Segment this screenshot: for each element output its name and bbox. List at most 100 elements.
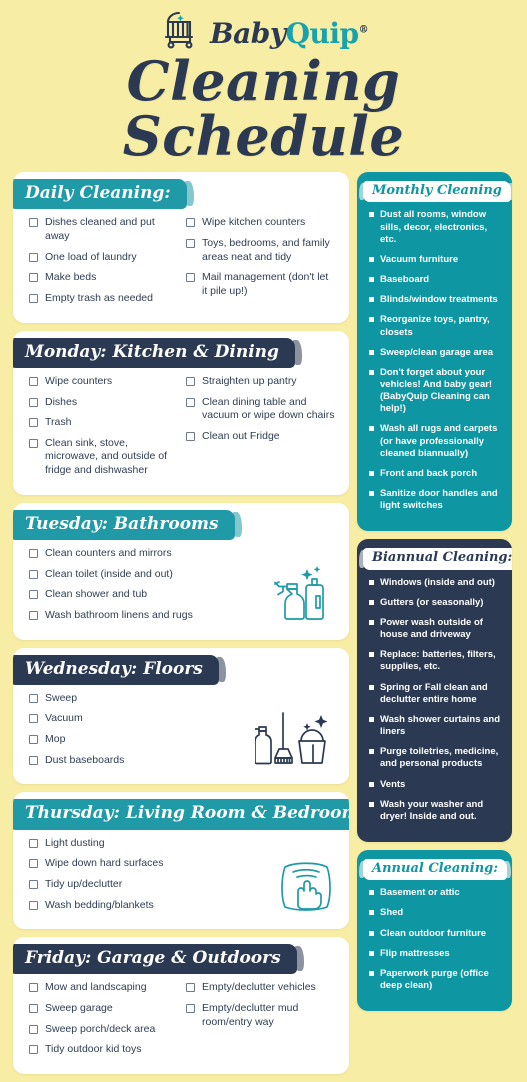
list-item: Power wash outside of house and driveway — [369, 617, 502, 641]
check-item[interactable]: Clean dining table and vacuum or wipe do… — [186, 396, 335, 423]
checkbox-icon[interactable] — [186, 376, 195, 386]
checkbox-icon[interactable] — [186, 239, 195, 249]
checkbox-icon[interactable] — [186, 983, 195, 993]
check-item[interactable]: Dishes — [29, 396, 178, 410]
checkbox-icon[interactable] — [186, 397, 195, 407]
check-item[interactable]: Clean counters and mirrors — [29, 547, 335, 561]
check-item[interactable]: Sweep — [29, 692, 335, 706]
checkbox-icon[interactable] — [186, 431, 195, 441]
bullet-square-icon — [369, 212, 374, 218]
check-item[interactable]: Empty trash as needed — [29, 292, 178, 306]
check-label: Dishes cleaned and put away — [45, 216, 155, 243]
checkbox-icon[interactable] — [29, 218, 38, 228]
check-label: Make beds — [45, 271, 97, 284]
checkbox-icon[interactable] — [29, 879, 38, 889]
checkbox-icon[interactable] — [29, 900, 38, 910]
bullet-square-icon — [369, 256, 374, 262]
check-label: Clean toilet (inside and out) — [45, 567, 173, 580]
panel-annual: Annual Cleaning: Basement or attic Shed … — [357, 849, 512, 1012]
page-header: BabyQuip® Cleaning Schedule — [0, 0, 527, 168]
check-item[interactable]: Wipe down hard surfaces — [29, 857, 335, 871]
checkbox-icon[interactable] — [29, 735, 38, 745]
card-daily-title: Daily Cleaning: — [25, 183, 171, 204]
checkbox-icon[interactable] — [29, 693, 38, 703]
checkbox-icon[interactable] — [29, 548, 38, 558]
checkbox-icon[interactable] — [29, 1004, 38, 1014]
checkbox-icon[interactable] — [186, 1004, 195, 1014]
check-item[interactable]: Make beds — [29, 271, 178, 285]
check-item[interactable]: Mail management (don't let it pile up!) — [186, 271, 335, 298]
check-item[interactable]: Clean out Fridge — [186, 430, 335, 444]
checklist-column: Sweep Vacuum Mop Dust baseboards — [29, 692, 335, 775]
check-item[interactable]: Dishes cleaned and put away — [29, 216, 178, 243]
check-item[interactable]: Straighten up pantry — [186, 375, 335, 389]
check-item[interactable]: Wash bathroom linens and rugs — [29, 609, 335, 623]
check-label: Tidy outdoor kid toys — [45, 1043, 142, 1056]
bullet-square-icon — [369, 930, 374, 936]
check-item[interactable]: Tidy outdoor kid toys — [29, 1043, 178, 1057]
checkbox-icon[interactable] — [29, 569, 38, 579]
card-wednesday-checklist: Sweep Vacuum Mop Dust baseboards — [13, 687, 349, 775]
panel-biannual: Biannual Cleaning: Windows (inside and o… — [357, 539, 512, 842]
checkbox-icon[interactable] — [29, 983, 38, 993]
check-item[interactable]: Dust baseboards — [29, 754, 335, 768]
bullet-square-icon — [369, 781, 374, 787]
check-item[interactable]: Trash — [29, 416, 178, 430]
checkbox-icon[interactable] — [29, 252, 38, 262]
checkbox-icon[interactable] — [29, 714, 38, 724]
checkbox-icon[interactable] — [29, 859, 38, 869]
check-item[interactable]: Wash bedding/blankets — [29, 899, 335, 913]
brand-name-baby: Baby — [209, 17, 286, 50]
check-item[interactable]: Light dusting — [29, 837, 335, 851]
check-item[interactable]: Mop — [29, 733, 335, 747]
checkbox-icon[interactable] — [186, 218, 195, 228]
check-label: Clean out Fridge — [202, 429, 280, 442]
checkbox-icon[interactable] — [29, 397, 38, 407]
check-item[interactable]: Wipe kitchen counters — [186, 216, 335, 230]
bullet-square-icon — [369, 470, 374, 476]
check-item[interactable]: Empty/declutter mud room/entry way — [186, 1002, 335, 1029]
checkbox-icon[interactable] — [29, 1045, 38, 1055]
list-item-label: Sanitize door handles and light switches — [380, 488, 498, 512]
check-item[interactable]: Clean shower and tub — [29, 588, 335, 602]
card-thursday-checklist: Light dusting Wipe down hard surfaces Ti… — [13, 832, 349, 920]
panel-annual-title: Annual Cleaning: — [358, 858, 512, 881]
checkbox-icon[interactable] — [29, 1024, 38, 1034]
check-label: Sweep — [45, 691, 78, 704]
panel-annual-list: Basement or attic Shed Clean outdoor fur… — [357, 883, 512, 992]
schedule-board: Daily Cleaning: Dishes cleaned and put a… — [0, 168, 527, 1082]
list-item-label: Dust all rooms, window sills, decor, ele… — [380, 209, 488, 245]
list-item: Flip mattresses — [369, 948, 502, 960]
checkbox-icon[interactable] — [29, 273, 38, 283]
checkbox-icon[interactable] — [29, 293, 38, 303]
list-item: Spring or Fall clean and declutter entir… — [369, 682, 502, 706]
bullet-square-icon — [369, 369, 374, 375]
check-item[interactable]: Empty/declutter vehicles — [186, 981, 335, 995]
checkbox-icon[interactable] — [29, 438, 38, 448]
checkbox-icon[interactable] — [29, 838, 38, 848]
check-item[interactable]: Tidy up/declutter — [29, 878, 335, 892]
check-item[interactable]: Clean toilet (inside and out) — [29, 568, 335, 582]
check-item[interactable]: Vacuum — [29, 712, 335, 726]
bullet-square-icon — [369, 491, 374, 497]
list-item-label: Gutters (or seasonally) — [380, 596, 484, 608]
check-label: Wipe kitchen counters — [202, 216, 306, 229]
bullet-square-icon — [369, 349, 374, 355]
check-item[interactable]: Sweep porch/deck area — [29, 1023, 178, 1037]
checkbox-icon[interactable] — [29, 418, 38, 428]
check-label: Mop — [45, 733, 66, 746]
checkbox-icon[interactable] — [29, 376, 38, 386]
check-item[interactable]: Mow and landscaping — [29, 981, 178, 995]
check-item[interactable]: Wipe counters — [29, 375, 178, 389]
list-item-label: Basement or attic — [380, 887, 460, 899]
check-item[interactable]: Clean sink, stove, microwave, and outsid… — [29, 437, 178, 478]
checkbox-icon[interactable] — [29, 755, 38, 765]
checkbox-icon[interactable] — [29, 610, 38, 620]
checklist-column: Empty/declutter vehicles Empty/declutter… — [186, 981, 335, 1064]
check-item[interactable]: One load of laundry — [29, 251, 178, 265]
check-item[interactable]: Toys, bedrooms, and family areas neat an… — [186, 237, 335, 264]
checkbox-icon[interactable] — [29, 590, 38, 600]
checkbox-icon[interactable] — [186, 273, 195, 283]
check-item[interactable]: Sweep garage — [29, 1002, 178, 1016]
check-label: Dust baseboards — [45, 753, 125, 766]
